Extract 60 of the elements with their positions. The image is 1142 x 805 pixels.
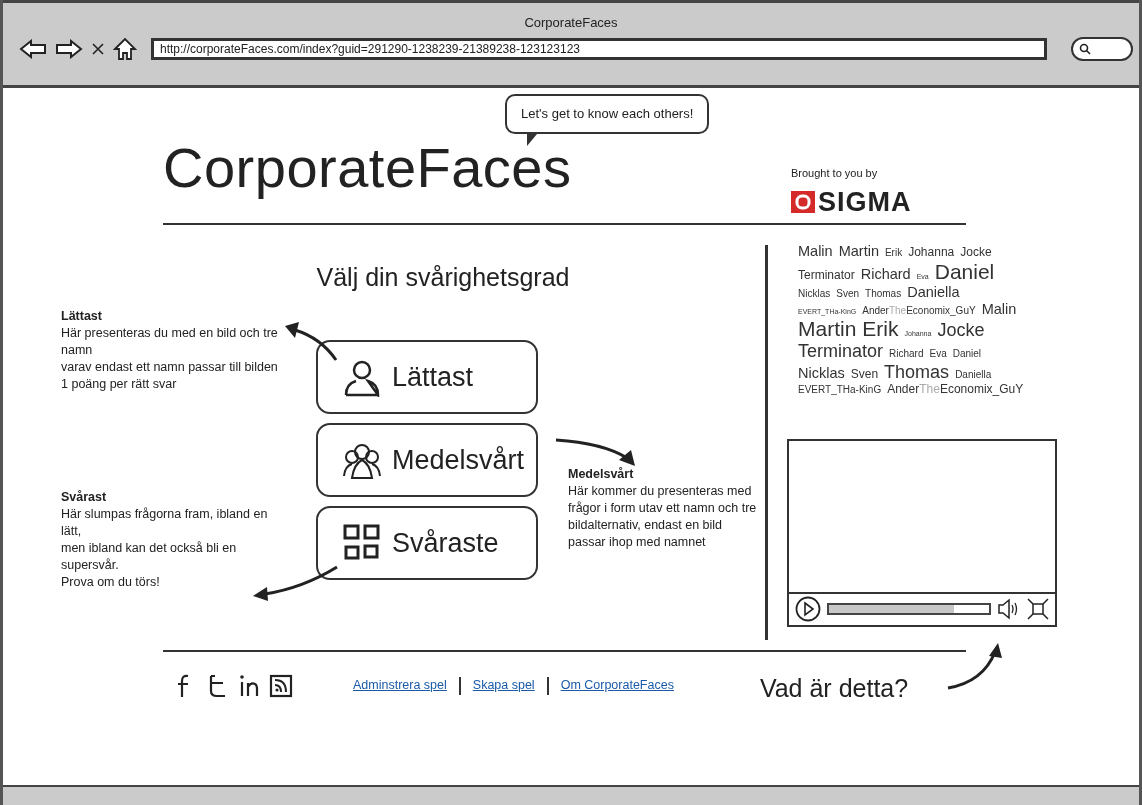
- tag-word[interactable]: Malin: [798, 243, 833, 260]
- footer-link[interactable]: Om CorporateFaces: [560, 676, 674, 696]
- grid-icon: [342, 523, 382, 563]
- sponsor-label: Brought to you by: [791, 166, 879, 180]
- window-title: CorporateFaces: [523, 14, 619, 31]
- tag-word[interactable]: Erik: [862, 317, 899, 342]
- help-text: Vad är detta?: [759, 673, 909, 704]
- rss-icon[interactable]: [269, 672, 293, 699]
- tag-word[interactable]: Jocke: [937, 320, 985, 341]
- tag-word[interactable]: Sven: [850, 368, 879, 382]
- section-title: Välj din svårighetsgrad: [315, 262, 571, 292]
- home-icon[interactable]: [113, 37, 137, 61]
- difficulty-button[interactable]: Lättast: [316, 340, 538, 414]
- back-icon[interactable]: [19, 39, 47, 59]
- address-field[interactable]: http://corporateFaces.com/index?guid=291290-1238239-21389238-123123123: [151, 38, 1047, 60]
- arrow: [285, 322, 338, 361]
- tag-word[interactable]: Thomas: [884, 362, 950, 383]
- search-field[interactable]: [1071, 37, 1133, 61]
- footer-link[interactable]: Adminstrera spel: [353, 676, 447, 696]
- tag-word[interactable]: Terminator: [798, 268, 855, 283]
- footer-link[interactable]: Skapa spel: [472, 676, 535, 696]
- forward-icon[interactable]: [55, 39, 83, 59]
- tag-word[interactable]: Sven: [836, 287, 860, 300]
- tag-word[interactable]: AnderTheEconomix_GuY: [862, 304, 976, 317]
- tag-word[interactable]: Erik: [884, 247, 903, 259]
- search-icon: [1079, 43, 1091, 55]
- tag-word[interactable]: Johanna: [908, 246, 955, 260]
- play-icon[interactable]: [795, 596, 821, 623]
- fullscreen-icon[interactable]: [1027, 598, 1049, 621]
- linkedin-icon[interactable]: [237, 672, 261, 699]
- tag-word[interactable]: AnderTheEconomix_GuY: [887, 382, 1024, 397]
- description-text: Här kommer du presenteras med frågor i form utav ett namn och tre bildalternativ, endast en bild passar ihop med namnet: [568, 483, 758, 551]
- tag-word[interactable]: Daniella: [907, 283, 960, 301]
- tag-word[interactable]: Martin: [838, 243, 879, 260]
- tag-word[interactable]: Daniel: [952, 348, 982, 360]
- sponsor-logo-text: SIGMA: [818, 188, 912, 216]
- tag-word[interactable]: Richard: [889, 348, 924, 360]
- tag-word[interactable]: Terminator: [798, 341, 884, 363]
- tag-word[interactable]: Nicklas: [798, 287, 831, 300]
- difficulty-button[interactable]: Medelsvårt: [316, 423, 538, 497]
- description-heading: Svårast: [61, 489, 108, 506]
- description-heading: Lättast: [61, 308, 103, 325]
- tag-word[interactable]: Daniella: [955, 369, 992, 381]
- tag-word[interactable]: Malin: [981, 300, 1017, 318]
- tag-word[interactable]: Thomas: [865, 287, 902, 300]
- tag-word[interactable]: Jocke: [960, 246, 992, 260]
- difficulty-button[interactable]: Svåraste: [316, 506, 538, 580]
- tag-word[interactable]: Nicklas: [798, 365, 845, 382]
- logo-icon: [791, 191, 815, 213]
- progress-bar[interactable]: [827, 603, 991, 616]
- arrow: [947, 643, 1002, 690]
- tag-word[interactable]: Eva: [929, 348, 947, 360]
- tag-word[interactable]: Martin: [798, 317, 857, 342]
- close-icon[interactable]: [91, 42, 105, 56]
- description-heading: Medelsvårt: [568, 466, 635, 483]
- tag-word[interactable]: Daniel: [934, 259, 995, 284]
- description-text: Här slumpas frågorna fram, ibland en lätt, men ibland kan det också bli en supersvår. Prova om du törs!: [61, 506, 269, 591]
- description-text: Här presenteras du med en bild och tre namn varav endast ett namn passar till bilden 1 poäng per rätt svar: [61, 325, 279, 393]
- tag-word[interactable]: EVERT_THa-KinG: [798, 383, 882, 396]
- tag-word[interactable]: Richard: [860, 265, 911, 283]
